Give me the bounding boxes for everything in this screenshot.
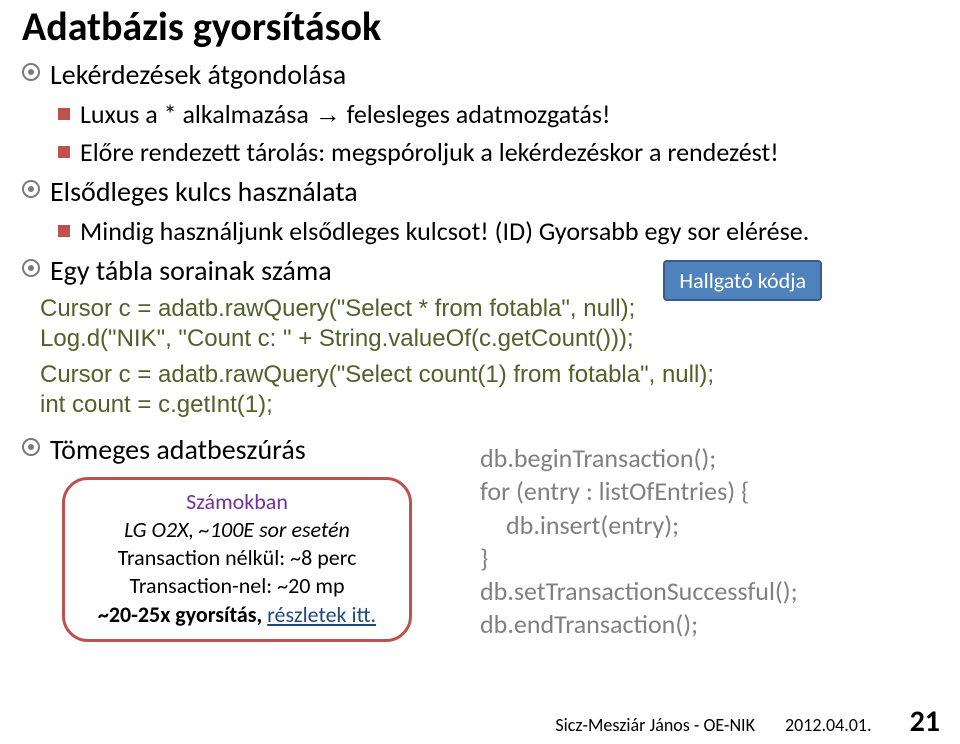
bullet-icon xyxy=(22,63,40,81)
code-block-1: Cursor c = adatb.rawQuery("Select * from… xyxy=(40,294,938,354)
footer-author: Sicz-Mesziár János - OE-NIK xyxy=(555,714,755,736)
callout-line: Transaction nélkül: ~8 perc xyxy=(81,544,393,572)
slide-footer: Sicz-Mesziár János - OE-NIK 2012.04.01. … xyxy=(555,703,940,740)
bullet-star: Luxus a * alkalmazása → felesleges adatm… xyxy=(22,98,938,130)
code-block-2: Cursor c = adatb.rawQuery("Select count(… xyxy=(40,360,938,420)
bullet-primary-key: Elsődleges kulcs használata xyxy=(22,174,938,209)
bullet-icon xyxy=(22,259,40,277)
callout-line: Transaction-nel: ~20 mp xyxy=(81,572,393,600)
arrow-icon: → xyxy=(315,99,341,129)
callout-line: ~20-25x gyorsítás, részletek itt. xyxy=(81,601,393,629)
bullet-use-pk: Mindig használjunk elsődleges kulcsot! (… xyxy=(22,215,938,247)
bullet-queries: Lekérdezések átgondolása xyxy=(22,57,938,92)
bullet-text: Mindig használjunk elsődleges kulcsot! (… xyxy=(80,215,938,247)
square-icon xyxy=(58,146,70,158)
bullet-text: Luxus a * alkalmazása → felesleges adatm… xyxy=(80,98,938,130)
bullet-bulk-insert: Tömeges adatbeszúrás xyxy=(22,432,480,467)
bullet-text: Előre rendezett tárolás: megspóroljuk a … xyxy=(80,136,938,168)
transaction-code: db.beginTransaction(); for (entry : list… xyxy=(480,426,938,642)
bullet-text: Tömeges adatbeszúrás xyxy=(50,432,306,467)
square-icon xyxy=(58,108,70,120)
bullet-sorted: Előre rendezett tárolás: megspóroljuk a … xyxy=(22,136,938,168)
footer-date: 2012.04.01. xyxy=(785,714,872,736)
details-link[interactable]: részletek itt. xyxy=(267,601,376,628)
bullet-text: Lekérdezések átgondolása xyxy=(50,57,346,92)
bullet-text: Elsődleges kulcs használata xyxy=(50,174,358,209)
square-icon xyxy=(58,225,70,237)
slide-title: Adatbázis gyorsítások xyxy=(22,0,938,51)
callout-header: Számokban xyxy=(81,488,393,516)
student-code-badge: Hallgató kódja xyxy=(663,260,822,301)
speed-callout: Számokban LG O2X, ~100E sor esetén Trans… xyxy=(62,477,412,642)
bullet-icon xyxy=(22,180,40,198)
bullet-icon xyxy=(22,438,40,456)
page-number: 21 xyxy=(910,703,940,740)
callout-line: LG O2X, ~100E sor esetén xyxy=(81,516,393,544)
bullet-text: Egy tábla sorainak száma xyxy=(50,253,332,288)
